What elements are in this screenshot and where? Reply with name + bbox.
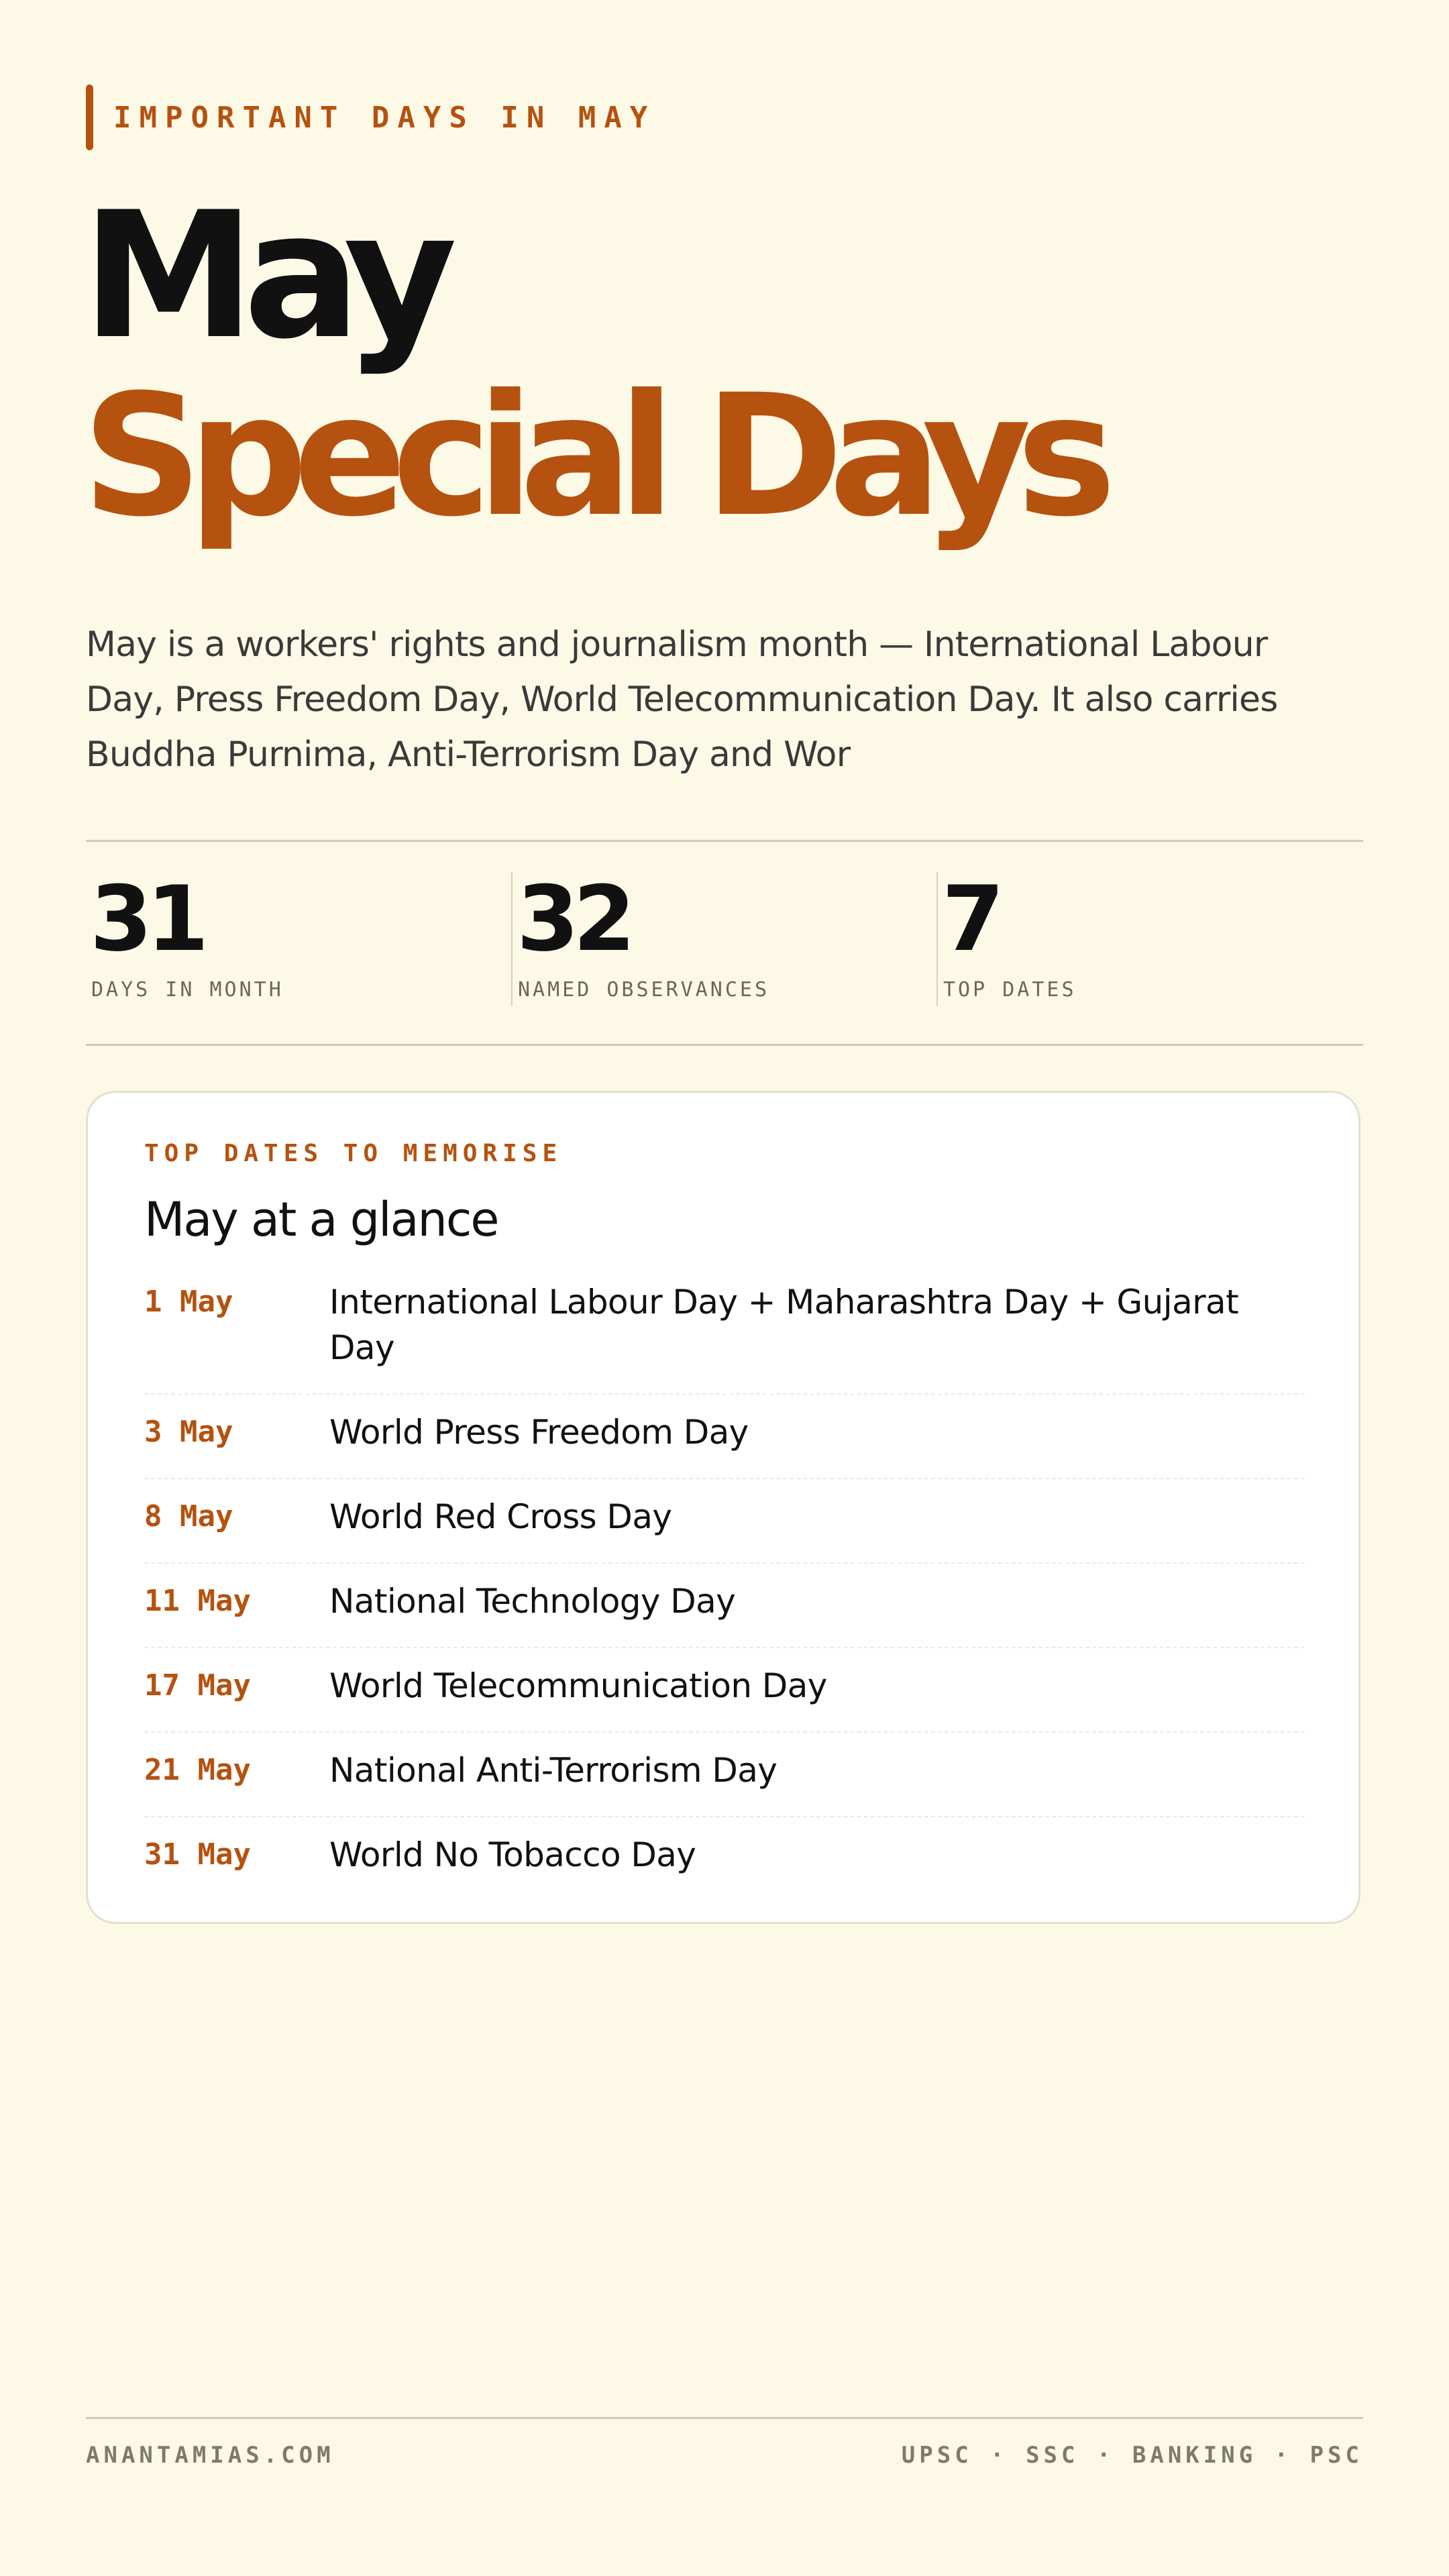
card-eyebrow: TOP DATES TO MEMORISE [144,1140,563,1167]
stat-top-dates: 7 TOP DATES [936,872,1360,1006]
date-label: 3 May [144,1415,233,1449]
dates-card: TOP DATES TO MEMORISE May at a glance 1 … [86,1091,1360,1924]
eyebrow-text: IMPORTANT DAYS IN MAY [113,100,656,135]
stat-label: NAMED OBSERVANCES [518,978,770,1002]
card-title: May at a glance [144,1192,499,1247]
observance-name: World Red Cross Day [329,1497,672,1536]
date-label: 21 May [144,1753,251,1787]
page-title-line-1: May [82,175,458,378]
stat-label: TOP DATES [943,978,1077,1002]
observance-name: National Anti-Terrorism Day [329,1751,777,1790]
date-label: 17 May [144,1668,251,1703]
footer-divider [86,2417,1363,2419]
page-title-line-2: Special Days [82,358,1116,553]
date-label: 11 May [144,1584,251,1618]
observance-name: World Telecommunication Day [329,1666,827,1705]
date-row: 31 May World No Tobacco Day [144,1817,1305,1902]
footer: ANANTAMIAS.COM UPSC · SSC · BANKING · PS… [86,2442,1363,2482]
stat-value: 7 [942,867,1004,971]
observance-name: International Labour Day + Maharashtra D… [329,1283,1239,1367]
divider-top [86,840,1363,842]
intro-paragraph: May is a workers' rights and journalism … [86,625,1278,775]
observance-name: World Press Freedom Day [329,1413,749,1452]
date-row: 21 May National Anti-Terrorism Day [144,1733,1305,1817]
eyebrow-accent-bar [86,85,93,150]
stat-label: DAYS IN MONTH [91,978,284,1002]
stat-value: 31 [90,867,209,971]
dates-list: 1 May International Labour Day + Maharas… [144,1265,1305,1902]
page: IMPORTANT DAYS IN MAY May Special Days M… [82,0,1363,2576]
date-label: 31 May [144,1837,251,1872]
date-row: 1 May International Labour Day + Maharas… [144,1265,1305,1395]
footer-site-link[interactable]: ANANTAMIAS.COM [86,2442,335,2469]
date-row: 11 May National Technology Day [144,1564,1305,1648]
date-label: 1 May [144,1285,233,1319]
observance-name: National Technology Day [329,1582,736,1621]
eyebrow: IMPORTANT DAYS IN MAY [86,85,655,150]
stats-row: 31 DAYS IN MONTH 32 NAMED OBSERVANCES 7 … [86,872,1363,1006]
divider-bottom [86,1044,1363,1046]
stat-days-in-month: 31 DAYS IN MONTH [86,872,508,1006]
date-row: 17 May World Telecommunication Day [144,1648,1305,1733]
stat-value: 32 [517,867,636,971]
date-row: 3 May World Press Freedom Day [144,1395,1305,1479]
observance-name: World No Tobacco Day [329,1835,696,1874]
footer-exam-tags: UPSC · SSC · BANKING · PSC [901,2442,1363,2469]
stat-named-observances: 32 NAMED OBSERVANCES [511,872,935,1006]
date-row: 8 May World Red Cross Day [144,1479,1305,1564]
date-label: 8 May [144,1499,233,1534]
